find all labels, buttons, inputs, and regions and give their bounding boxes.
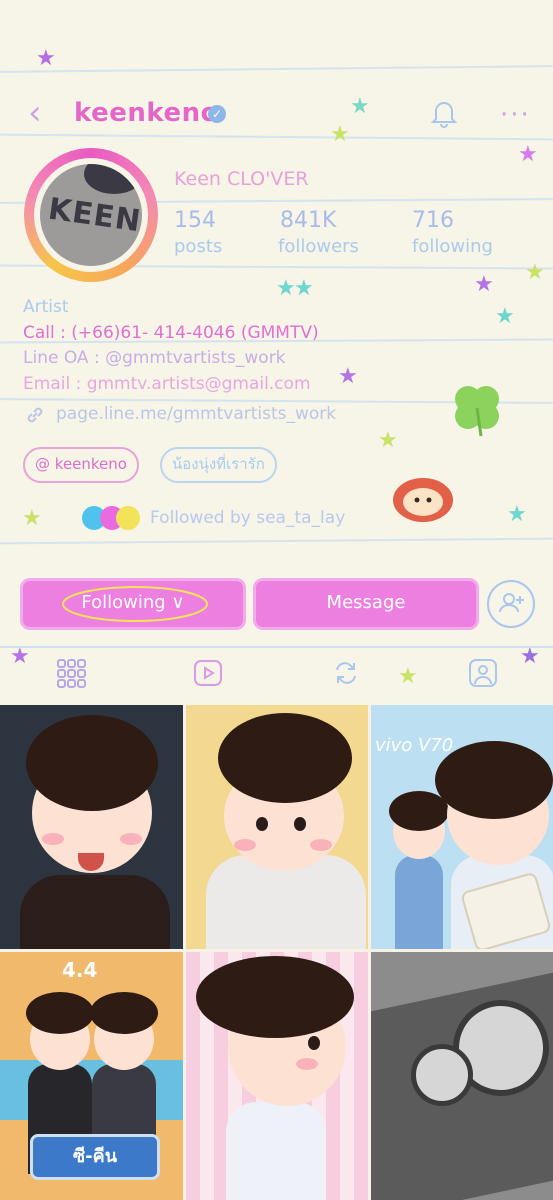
cheek <box>296 1058 318 1070</box>
star-icon: ★ <box>398 664 418 689</box>
following-count: 716 <box>412 208 454 233</box>
more-options-icon[interactable]: ··· <box>500 100 531 130</box>
profile-username: keenkeno <box>74 98 219 128</box>
avatar-shape <box>84 164 142 194</box>
avatar-text: KEEN <box>46 191 142 240</box>
star-icon: ★ <box>338 364 358 389</box>
profile-header-area: ★ ★ ★ ★ ★ ★ ★ ★ ★ ★ ★ ★ ★ ★ ★ ★ ‹ keenke… <box>0 0 553 705</box>
bio-category: Artist <box>23 297 69 317</box>
post-caption: 4.4 <box>62 958 98 982</box>
highlight-chip[interactable]: น้องนุ่งที่เรารัก <box>160 447 277 483</box>
message-label-text: Message <box>326 592 406 613</box>
post-figure-body <box>20 875 170 949</box>
bio-email: Email : gmmtv.artists@gmail.com <box>23 374 311 394</box>
cheek <box>310 839 332 851</box>
tab-divider <box>0 646 553 648</box>
following-button[interactable]: Following ∨ <box>20 578 246 630</box>
post-tile[interactable]: 4.4 ซี-คีน <box>0 952 183 1200</box>
posts-count: 154 <box>174 208 216 233</box>
post-figure-hair <box>26 992 94 1034</box>
post-figure-hair <box>435 741 553 819</box>
repost-icon[interactable] <box>331 658 361 688</box>
star-icon: ★ <box>378 428 398 453</box>
paper-line <box>0 133 553 141</box>
star-icon: ★ <box>507 502 527 527</box>
suggested-users-button[interactable] <box>487 580 535 628</box>
display-name: Keen CLO'VER <box>174 168 309 190</box>
star-icon: ★ <box>525 260 545 285</box>
paper-line <box>0 65 553 73</box>
post-figure-hair <box>90 992 158 1034</box>
mutual-followers-avatars <box>82 506 140 530</box>
add-user-icon <box>499 593 524 613</box>
post-tile[interactable] <box>186 952 368 1200</box>
post-figure-eye <box>294 817 306 831</box>
post-figure-body <box>395 855 443 949</box>
threads-chip[interactable]: @ keenkeno <box>23 447 139 483</box>
followers-label[interactable]: followers <box>278 236 359 257</box>
grid-icon[interactable] <box>56 658 86 688</box>
post-figure-hair <box>218 713 352 803</box>
avatar-frame: KEEN <box>34 158 148 272</box>
clover-icon <box>455 386 499 437</box>
post-tile[interactable]: vivo V70 <box>371 705 553 949</box>
post-tile[interactable] <box>186 705 368 949</box>
cheek <box>234 839 256 851</box>
post-grid: vivo V70 4.4 ซี-คีน <box>0 705 553 1200</box>
paper-line <box>0 537 553 545</box>
star-icon: ★ <box>518 142 538 167</box>
star-icon: ★ <box>474 272 494 297</box>
character-sticker-icon <box>393 478 453 522</box>
bio-call: Call : (+66)61- 414-4046 (GMMTV) <box>23 323 319 343</box>
speaker-cone <box>411 1044 473 1106</box>
star-icon: ★ <box>36 46 56 71</box>
post-caption: ซี-คีน <box>72 1146 118 1167</box>
star-icon: ★ <box>350 94 370 119</box>
post-figure-eye <box>308 1036 320 1050</box>
post-tile[interactable] <box>371 952 553 1200</box>
posts-label[interactable]: posts <box>174 236 222 257</box>
star-icon: ★ <box>276 276 296 301</box>
followed-by-text[interactable]: Followed by sea_ta_lay <box>150 508 345 528</box>
post-figure-hair <box>196 956 354 1038</box>
star-icon: ★ <box>520 644 540 669</box>
post-caption: vivo V70 <box>375 735 454 756</box>
message-button[interactable]: Message <box>253 578 479 630</box>
tagged-icon[interactable] <box>468 658 498 688</box>
star-icon: ★ <box>294 276 314 301</box>
star-icon: ★ <box>495 304 515 329</box>
bell-icon[interactable] <box>430 98 458 128</box>
link-icon <box>27 407 43 423</box>
cheek <box>120 833 142 845</box>
cheek <box>42 833 64 845</box>
star-icon: ★ <box>10 644 30 669</box>
following-label[interactable]: following <box>412 236 493 257</box>
followers-count: 841K <box>280 208 337 233</box>
reels-icon[interactable] <box>193 658 223 688</box>
post-figure-body <box>226 1102 326 1200</box>
post-tile[interactable] <box>0 705 183 949</box>
avatar-story-ring[interactable]: KEEN <box>24 148 158 282</box>
name-sign: ซี-คีน <box>30 1134 160 1180</box>
star-icon: ★ <box>22 506 42 531</box>
avatar: KEEN <box>40 164 142 266</box>
bio-line-oa: Line OA : @gmmtvartists_work <box>23 348 286 368</box>
bio-link[interactable]: page.line.me/gmmtvartists_work <box>56 404 336 424</box>
back-button[interactable]: ‹ <box>28 96 42 130</box>
following-label-text: Following ∨ <box>81 592 185 613</box>
verified-badge-icon: ✓ <box>208 105 226 123</box>
post-figure-hair <box>26 715 158 811</box>
star-icon: ★ <box>330 122 350 147</box>
post-figure-eye <box>256 817 268 831</box>
